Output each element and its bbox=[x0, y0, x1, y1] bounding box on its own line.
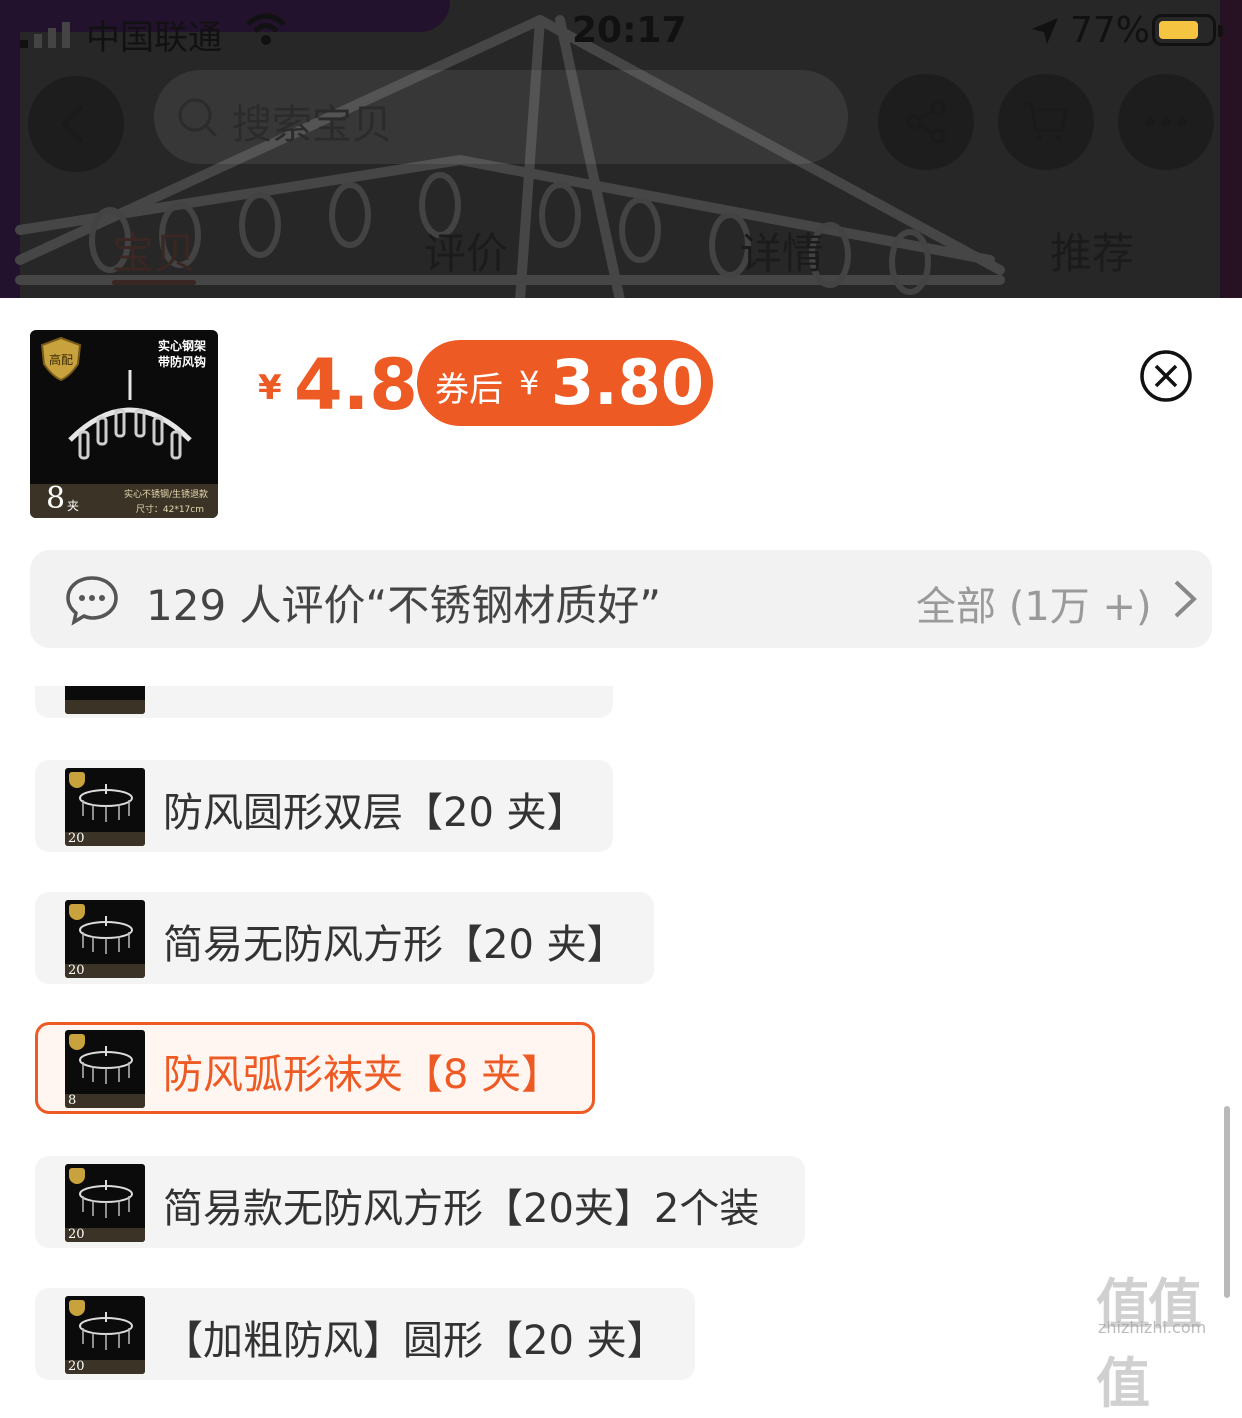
thumb-size: 尺寸：42*17cm bbox=[135, 505, 204, 515]
variant-label: 防风圆形双层【20 夹】 bbox=[163, 790, 587, 836]
status-bar: 中国联通 20:17 77% bbox=[0, 0, 1242, 64]
variant-label: 简易无防风方形【20 夹】 bbox=[163, 922, 627, 968]
variant-label: 简易款无防风方形【20夹】2个装 bbox=[163, 1186, 760, 1232]
share-button[interactable] bbox=[878, 74, 974, 170]
review-summary-text: 129 人评价“不锈钢材质好” bbox=[146, 581, 662, 630]
back-button[interactable] bbox=[28, 76, 124, 172]
variant-thumbnail: 20 bbox=[65, 1164, 145, 1242]
carrier-name: 中国联通 bbox=[86, 18, 222, 58]
price-currency: ¥ bbox=[258, 368, 282, 408]
clock: 20:17 bbox=[572, 10, 687, 51]
chat-bubble-icon bbox=[66, 576, 118, 626]
variant-thumbnail: 20 bbox=[65, 768, 145, 846]
search-placeholder: 搜索宝贝 bbox=[232, 102, 392, 148]
watermark-main: 值值值 bbox=[1096, 1273, 1202, 1415]
close-icon[interactable] bbox=[1138, 348, 1194, 404]
back-icon bbox=[61, 104, 84, 144]
thumb-title: 实心钢架 带防风钩 bbox=[158, 338, 206, 370]
variant-option[interactable]: 20 防风圆形双层【20 夹】 bbox=[35, 760, 613, 852]
thumb-clip-unit: 夹 bbox=[67, 499, 80, 513]
selected-product-thumbnail[interactable]: 高配 实心钢架 带防风钩 8 夹 实心不锈钢/生锈退款 尺寸：42*17cm bbox=[30, 330, 218, 518]
tab-baobei[interactable]: 宝贝 bbox=[112, 220, 196, 281]
detail-tabs: 宝贝 评价 详情 推荐 bbox=[0, 216, 1242, 296]
chevron-right-icon bbox=[1174, 580, 1197, 618]
tab-details[interactable]: 详情 bbox=[740, 220, 824, 281]
coupon-price: 3.80 bbox=[551, 346, 704, 419]
watermark-sub: zhizhizhi.com bbox=[1098, 1318, 1207, 1337]
more-icon bbox=[1145, 117, 1187, 127]
hanger-icon bbox=[79, 1180, 133, 1218]
battery-percent: 77% bbox=[1070, 10, 1151, 51]
battery-icon bbox=[1152, 14, 1223, 46]
active-tab-indicator bbox=[112, 280, 196, 285]
hanger-icon bbox=[79, 784, 133, 822]
hanger-icon bbox=[79, 1046, 133, 1084]
variant-thumb-count: 8 bbox=[68, 1093, 77, 1108]
location-arrow-icon bbox=[1032, 18, 1058, 44]
battery-nub bbox=[1218, 25, 1223, 37]
wifi-icon bbox=[246, 13, 286, 45]
tab-reviews[interactable]: 评价 bbox=[424, 220, 508, 281]
badge-text: 高配 bbox=[49, 352, 73, 367]
hanger-icon bbox=[79, 1312, 133, 1350]
variant-thumbnail: 20 bbox=[65, 1296, 145, 1374]
variant-thumb-count: 20 bbox=[68, 831, 85, 846]
variant-option[interactable]: 20 简易无防风方形【20 夹】 bbox=[35, 892, 654, 984]
variant-option[interactable]: 8 防风弧形袜夹【8 夹】 bbox=[35, 1022, 595, 1114]
thumb-clip-count: 8 bbox=[46, 481, 66, 516]
share-icon bbox=[906, 100, 946, 144]
cart-icon bbox=[1024, 102, 1068, 141]
search-icon bbox=[178, 98, 218, 138]
variant-thumb-strip bbox=[65, 1094, 145, 1108]
review-summary-bar[interactable]: 129 人评价“不锈钢材质好” 全部 (1万 +) bbox=[30, 550, 1212, 648]
thumb-title-line2: 带防风钩 bbox=[157, 355, 206, 369]
coupon-currency: ¥ bbox=[519, 364, 540, 402]
thumb-note: 实心不锈钢/生锈退款 bbox=[123, 490, 208, 500]
variant-thumb-count: 20 bbox=[68, 963, 85, 978]
watermark: 值值值 zhizhizhi.com bbox=[1096, 1260, 1236, 1415]
background-page: 中国联通 20:17 77% 搜索宝贝 宝贝 评价 详情 推荐 bbox=[0, 0, 1242, 300]
hanger-icon bbox=[79, 916, 133, 954]
battery-fill bbox=[1159, 21, 1198, 39]
sku-sheet: 高配 实心钢架 带防风钩 8 夹 实心不锈钢/生锈退款 尺寸：42*17cm ¥… bbox=[0, 298, 1242, 1415]
search-bar[interactable]: 搜索宝贝 bbox=[154, 70, 848, 164]
variant-thumb-count: 20 bbox=[68, 1359, 85, 1374]
variant-option[interactable]: 20 简易款无防风方形【20夹】2个装 bbox=[35, 1156, 805, 1248]
price: 4.8 bbox=[294, 344, 419, 426]
variant-option[interactable]: 20 【加粗防风】圆形【20 夹】 bbox=[35, 1288, 695, 1380]
variant-label: 【加粗防风】圆形【20 夹】 bbox=[163, 1318, 667, 1364]
variant-thumbnail: 20 bbox=[65, 900, 145, 978]
signal-icon bbox=[20, 22, 70, 48]
tab-recommend[interactable]: 推荐 bbox=[1050, 220, 1134, 281]
variant-thumbnail: 8 bbox=[65, 1030, 145, 1108]
all-reviews-link[interactable]: 全部 (1万 +) bbox=[916, 574, 1152, 632]
more-button[interactable] bbox=[1118, 74, 1214, 170]
hanger-illustration bbox=[68, 370, 192, 460]
coupon-label: 券后 bbox=[435, 370, 503, 410]
coupon-price-pill: 券后 ¥ 3.80 bbox=[417, 340, 713, 426]
variant-thumb-count: 20 bbox=[68, 1227, 85, 1242]
variant-label: 防风弧形袜夹【8 夹】 bbox=[163, 1052, 562, 1098]
thumb-title-line1: 实心钢架 bbox=[157, 339, 206, 353]
variant-thumb-strip bbox=[65, 700, 145, 714]
cart-button[interactable] bbox=[998, 74, 1094, 170]
